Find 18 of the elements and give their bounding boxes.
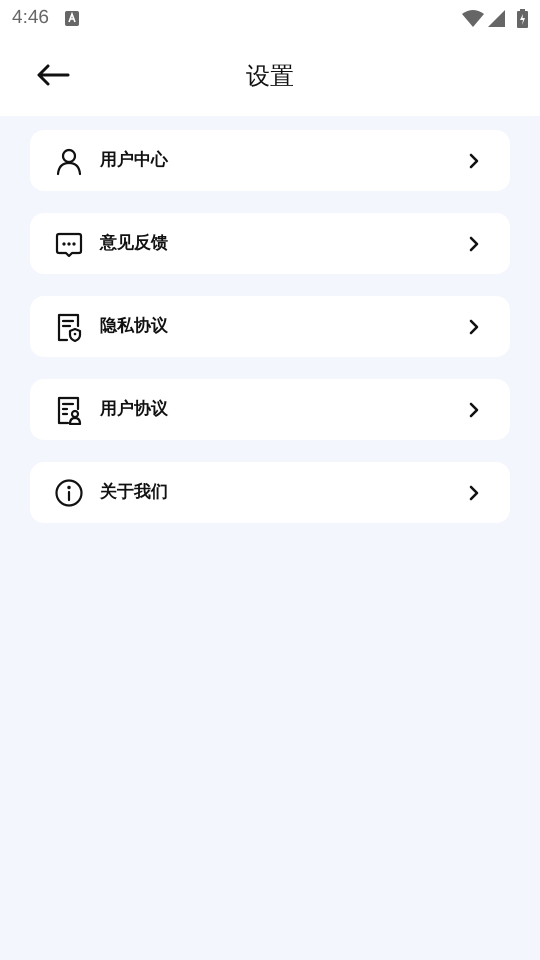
chevron-right-icon [468, 484, 480, 500]
wifi-icon [462, 10, 484, 26]
battery-icon [517, 8, 528, 28]
settings-item[interactable]: 用户协议 [30, 379, 510, 440]
info-icon [54, 478, 84, 508]
settings-item[interactable]: 意见反馈 [30, 213, 510, 274]
back-button[interactable] [36, 62, 70, 86]
signal-icon [488, 10, 505, 26]
settings-item[interactable]: 关于我们 [30, 462, 510, 523]
settings-item[interactable]: 用户中心 [30, 130, 510, 191]
chevron-right-icon [468, 152, 480, 168]
page-title: 设置 [246, 61, 294, 92]
chevron-right-icon [468, 236, 480, 252]
chevron-right-icon [468, 402, 480, 418]
settings-item[interactable]: 隐私协议 [30, 296, 510, 357]
chevron-right-icon [468, 318, 480, 334]
keyboard-icon [64, 10, 79, 26]
status-time: 4:46 [12, 6, 49, 30]
